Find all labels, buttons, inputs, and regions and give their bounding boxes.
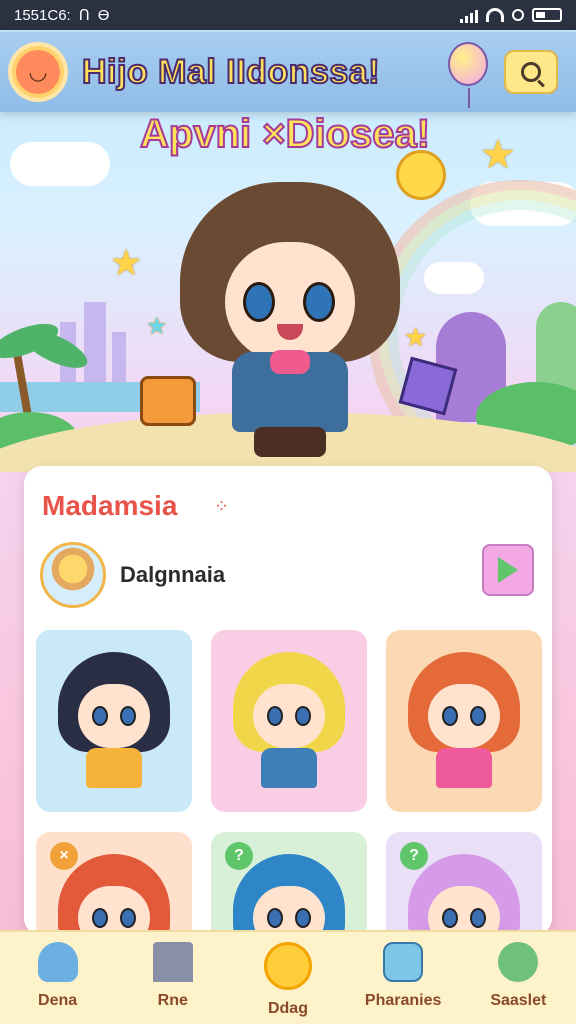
character-eye: [442, 908, 458, 928]
app-header: ◡ Hijo Mal IIdonssa!: [0, 32, 576, 112]
character-mouth: [277, 324, 303, 340]
character-face: [428, 684, 500, 748]
character-outfit: [436, 748, 492, 788]
status-badge: ×: [50, 842, 78, 870]
character-tile[interactable]: [36, 630, 192, 812]
cloud: [10, 142, 110, 186]
status-badge: ?: [400, 842, 428, 870]
nav-item-pharanies[interactable]: Pharanies: [348, 932, 458, 1010]
character-eye: [442, 706, 458, 726]
character-tile[interactable]: [211, 630, 367, 812]
character-eye: [267, 706, 283, 726]
character-outfit: [261, 748, 317, 788]
character-legs: [254, 427, 326, 457]
nav-label: Ddag: [267, 1000, 308, 1017]
battery-icon: [532, 8, 562, 22]
character-eye: [470, 706, 486, 726]
status-extra: Ո: [78, 7, 90, 24]
nav-item-saaslet[interactable]: Saaslet: [463, 932, 573, 1010]
character-tile[interactable]: [386, 630, 542, 812]
character-eye: [470, 908, 486, 928]
character-eye: [243, 282, 275, 322]
app-title: Hijo Mal IIdonssa!: [81, 52, 381, 92]
bear-icon: [37, 942, 78, 982]
character-eye: [267, 908, 283, 928]
status-glyph: Ө: [97, 6, 110, 24]
nav-label: Saaslet: [490, 992, 547, 1009]
hero-character: [170, 182, 410, 462]
character-eye: [295, 908, 311, 928]
sun-logo-icon[interactable]: ◡: [12, 46, 64, 98]
star-icon: ★: [480, 133, 516, 177]
section-title: Madamsia: [42, 490, 178, 521]
more-dots-icon[interactable]: ⁘: [214, 496, 229, 517]
status-time: 1551C6:: [14, 6, 71, 24]
hero-title: Apvni ×Diosea!: [139, 112, 431, 157]
search-button[interactable]: [504, 50, 558, 94]
nav-label: Rne: [157, 992, 188, 1009]
nav-item-ddag[interactable]: Ddag: [233, 932, 343, 1018]
signal-icon: [460, 7, 478, 23]
star-icon: ★: [146, 313, 168, 340]
character-eye: [120, 908, 136, 928]
avatar[interactable]: [40, 542, 106, 608]
gift-box-icon: [383, 942, 424, 982]
castle-icon: [152, 942, 193, 982]
city-building: [112, 332, 126, 382]
character-outfit: [86, 748, 142, 788]
character-bow: [270, 350, 310, 374]
star-icon: ★: [110, 242, 143, 283]
nav-label: Dena: [38, 992, 78, 1009]
character-eye: [92, 706, 108, 726]
nav-item-dena[interactable]: Dena: [3, 932, 113, 1010]
wifi-icon: [486, 8, 504, 22]
character-face: [253, 684, 325, 748]
character-eye: [303, 282, 335, 322]
status-badge: ?: [225, 842, 253, 870]
character-eye: [92, 908, 108, 928]
nav-label: Pharanies: [364, 992, 442, 1009]
character-card: Madamsia ⁘ Dalgnnaia × ? ?: [24, 466, 552, 1014]
share-button[interactable]: [482, 544, 534, 596]
balloon-icon: [448, 42, 488, 108]
nav-item-rne[interactable]: Rne: [118, 932, 228, 1010]
bowl-icon: [498, 942, 539, 982]
profile-name: Dalgnnaia: [120, 562, 226, 587]
character-eye: [295, 706, 311, 726]
hero-banner: Apvni ×Diosea! ★ ★ ★ ★: [0, 112, 576, 472]
character-face: [78, 684, 150, 748]
bag-icon: [140, 376, 196, 426]
search-icon: [521, 62, 541, 82]
status-bar: 1551C6: Ո Ө: [0, 0, 576, 30]
bottom-nav: Dena Rne Ddag Pharanies Saaslet: [0, 930, 576, 1024]
character-face: [225, 242, 355, 362]
arrow-right-icon: [498, 557, 518, 583]
moon-icon: [263, 942, 312, 990]
character-eye: [120, 706, 136, 726]
city-building: [84, 302, 106, 382]
alarm-icon: [512, 9, 524, 21]
